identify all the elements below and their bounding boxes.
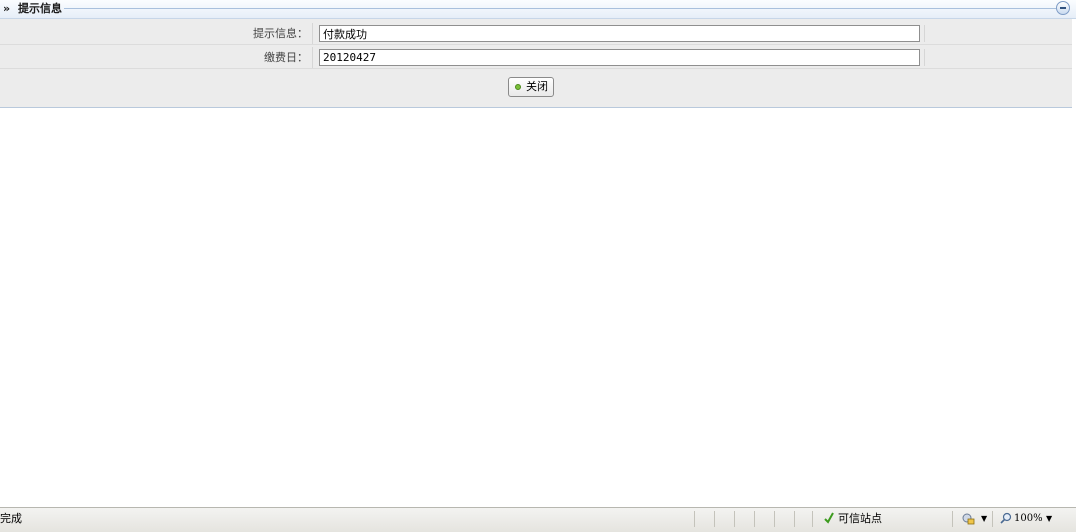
row-spacer-cell: [924, 25, 1060, 42]
status-separator: [774, 511, 775, 527]
status-bar: 完成 可信站点 ▼ 100% ▼: [0, 507, 1076, 532]
security-zone-label: 可信站点: [838, 512, 882, 525]
form-row-message: 提示信息：: [0, 23, 1072, 45]
chevron-down-icon[interactable]: ▼: [1046, 513, 1052, 525]
green-dot-icon: [515, 84, 521, 90]
protected-mode-icon[interactable]: [962, 512, 976, 526]
close-button[interactable]: 关闭: [508, 77, 554, 97]
chevron-down-icon[interactable]: ▼: [981, 513, 987, 525]
status-separator: [714, 511, 715, 527]
collapse-icon[interactable]: [1056, 1, 1070, 15]
status-separator: [812, 511, 813, 527]
magnifier-icon: [1000, 512, 1012, 524]
status-separator: [794, 511, 795, 527]
check-icon: [824, 512, 834, 524]
form-row-payment-date: 缴费日：: [0, 47, 1072, 69]
button-row: 关闭: [0, 71, 1072, 103]
panel-header: » 提示信息: [0, 0, 1076, 19]
status-separator: [992, 511, 993, 527]
close-button-label: 关闭: [526, 81, 548, 93]
status-separator: [754, 511, 755, 527]
message-form: 提示信息： 缴费日： 关闭: [0, 19, 1072, 108]
status-separator: [952, 511, 953, 527]
message-label: 提示信息：: [0, 23, 313, 44]
message-field[interactable]: [319, 25, 920, 42]
status-text: 完成: [0, 512, 22, 525]
panel-title: 提示信息: [18, 2, 62, 15]
double-chevron-icon: »: [3, 2, 11, 15]
payment-date-field[interactable]: [319, 49, 920, 66]
payment-date-label: 缴费日：: [0, 47, 313, 68]
status-separator: [694, 511, 695, 527]
zoom-level: 100%: [1014, 513, 1043, 524]
status-separator: [734, 511, 735, 527]
row-spacer-cell: [924, 49, 1060, 66]
header-divider: [64, 8, 1056, 9]
